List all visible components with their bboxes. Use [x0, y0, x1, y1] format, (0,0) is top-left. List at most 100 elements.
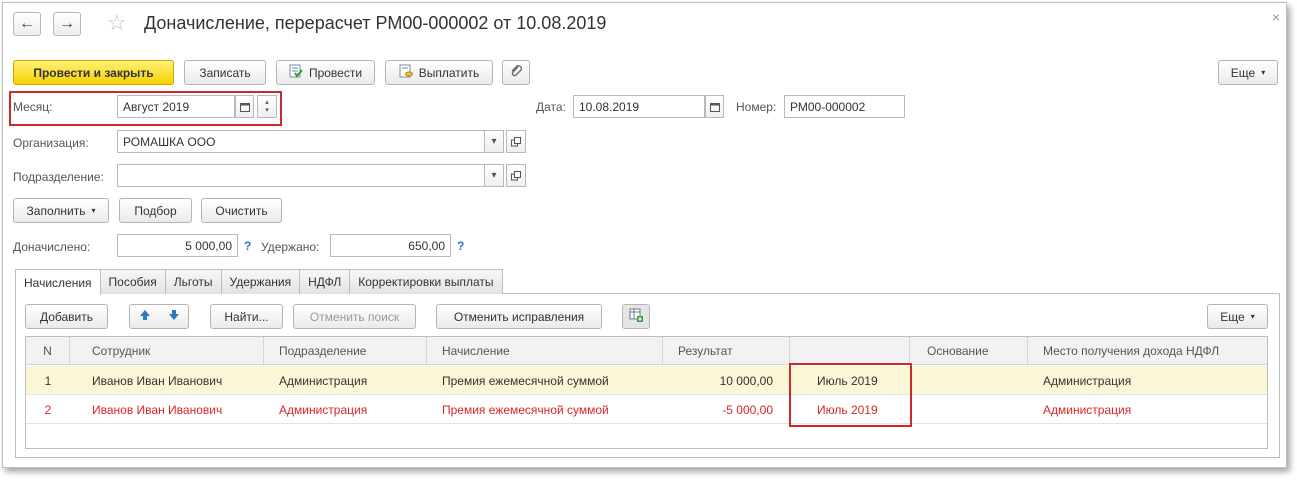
column-header-n[interactable]: N [26, 337, 70, 365]
tab-payment-corrections[interactable]: Корректировки выплаты [349, 269, 503, 294]
pick-button[interactable]: Подбор [119, 198, 192, 223]
organization-field[interactable]: РОМАШКА ООО [117, 130, 485, 153]
help-icon[interactable]: ? [244, 239, 251, 253]
tab-deductions[interactable]: Удержания [220, 269, 301, 294]
close-icon[interactable]: × [1272, 9, 1280, 25]
column-label: N [43, 344, 52, 358]
column-label: Результат [678, 344, 733, 358]
forward-button[interactable]: → [53, 12, 81, 36]
tab-label: Пособия [108, 275, 157, 289]
post-and-close-label: Провести и закрыть [33, 65, 154, 80]
department-field[interactable] [117, 164, 485, 187]
date-label: Дата: [536, 100, 566, 114]
back-button[interactable]: ← [13, 12, 41, 36]
post-button[interactable]: Провести [276, 60, 375, 85]
post-doc-icon [289, 64, 303, 81]
cell-accrual: Премия ежемесячной суммой [442, 373, 609, 388]
withheld-label: Удержано: [261, 240, 320, 254]
cell-ndfl-place: Администрация [1043, 402, 1132, 417]
help-icon[interactable]: ? [457, 239, 464, 253]
column-header-result[interactable]: Результат [663, 337, 790, 365]
date-value: 10.08.2019 [579, 99, 640, 114]
tab-label: Корректировки выплаты [358, 275, 494, 289]
calendar-icon[interactable] [705, 95, 724, 118]
highlight-month-box [9, 91, 282, 126]
cancel-search-label: Отменить поиск [309, 309, 400, 324]
pick-label: Подбор [134, 203, 177, 218]
column-label: Основание [927, 344, 989, 358]
cell-employee: Иванов Иван Иванович [92, 373, 223, 388]
favorite-star-icon[interactable]: ☆ [107, 10, 127, 36]
attach-button[interactable] [502, 60, 530, 85]
tab-ndfl[interactable]: НДФЛ [299, 269, 351, 294]
add-row-label: Добавить [39, 309, 94, 324]
accruals-table: N Сотрудник Подразделение Начисление Рез… [25, 336, 1268, 449]
post-label: Провести [308, 65, 363, 80]
grid-settings-button[interactable] [622, 304, 650, 329]
paperclip-icon [509, 64, 523, 81]
table-row[interactable]: 1 Иванов Иван Иванович Администрация Пре… [26, 366, 1267, 395]
open-link-icon[interactable] [506, 130, 526, 153]
arrow-left-icon: ← [19, 15, 35, 32]
fill-button[interactable]: Заполнить ▾ [13, 198, 109, 223]
column-header-employee[interactable]: Сотрудник [70, 337, 264, 365]
table-header: N Сотрудник Подразделение Начисление Рез… [26, 337, 1267, 365]
table-row[interactable]: 2 Иванов Иван Иванович Администрация Пре… [26, 395, 1267, 424]
column-label: Сотрудник [92, 344, 151, 358]
save-label: Записать [199, 65, 251, 80]
find-button[interactable]: Найти... [210, 304, 283, 329]
clear-button[interactable]: Очистить [201, 198, 282, 223]
withheld-value: 650,00 [408, 238, 445, 253]
tab-label: Начисления [24, 275, 92, 290]
dropdown-arrow-icon: ▾ [1261, 68, 1266, 77]
more-label: Еще [1230, 65, 1256, 80]
find-label: Найти... [224, 309, 269, 324]
column-header-ndfl-place[interactable]: Место получения дохода НДФЛ [1028, 337, 1269, 365]
arrow-right-icon: → [59, 15, 75, 32]
pay-label: Выплатить [418, 65, 480, 80]
column-header-accrual[interactable]: Начисление [427, 337, 663, 365]
save-button[interactable]: Записать [184, 60, 266, 85]
move-up-icon[interactable] [139, 309, 151, 324]
cell-n: 2 [44, 402, 52, 417]
cancel-corrections-button[interactable]: Отменить исправления [436, 304, 602, 329]
post-and-close-button[interactable]: Провести и закрыть [13, 60, 174, 85]
accrued-label: Доначислено: [13, 240, 91, 254]
cell-ndfl-place: Администрация [1043, 373, 1132, 388]
table-more-button[interactable]: Еще ▾ [1207, 304, 1268, 329]
tab-bar: Начисления Пособия Льготы Удержания НДФЛ… [15, 269, 503, 295]
tab-label: Льготы [173, 275, 213, 289]
clear-label: Очистить [215, 203, 268, 218]
tab-accruals[interactable]: Начисления [15, 269, 101, 295]
highlight-period-box [789, 363, 912, 427]
column-header-period[interactable] [790, 337, 910, 365]
cell-result: 10 000,00 [719, 373, 773, 388]
chevron-down-icon[interactable]: ▾ [484, 130, 504, 153]
cancel-search-button[interactable]: Отменить поиск [293, 304, 416, 329]
cell-employee: Иванов Иван Иванович [92, 402, 223, 417]
cancel-corrections-label: Отменить исправления [453, 309, 585, 324]
date-field[interactable]: 10.08.2019 [573, 95, 705, 118]
pay-button[interactable]: Выплатить [385, 60, 493, 85]
move-buttons [129, 304, 189, 329]
dropdown-arrow-icon: ▾ [1250, 312, 1255, 321]
number-field[interactable]: РМ00-000002 [784, 95, 905, 118]
cell-department: Администрация [279, 402, 368, 417]
open-link-icon[interactable] [506, 164, 526, 187]
chevron-down-icon[interactable]: ▾ [484, 164, 504, 187]
column-header-basis[interactable]: Основание [910, 337, 1028, 365]
cell-result: -5 000,00 [722, 402, 773, 417]
add-row-button[interactable]: Добавить [25, 304, 108, 329]
column-header-department[interactable]: Подразделение [264, 337, 427, 365]
table-more-label: Еще [1220, 309, 1245, 324]
tab-privileges[interactable]: Льготы [164, 269, 222, 294]
more-button[interactable]: Еще ▾ [1218, 60, 1278, 85]
column-label: Место получения дохода НДФЛ [1043, 344, 1220, 358]
move-down-icon[interactable] [168, 309, 180, 324]
organization-label: Организация: [13, 136, 89, 150]
tab-label: НДФЛ [308, 275, 342, 289]
cell-department: Администрация [279, 373, 368, 388]
table-add-icon [629, 308, 643, 325]
number-label: Номер: [736, 100, 777, 114]
tab-benefits[interactable]: Пособия [99, 269, 166, 294]
